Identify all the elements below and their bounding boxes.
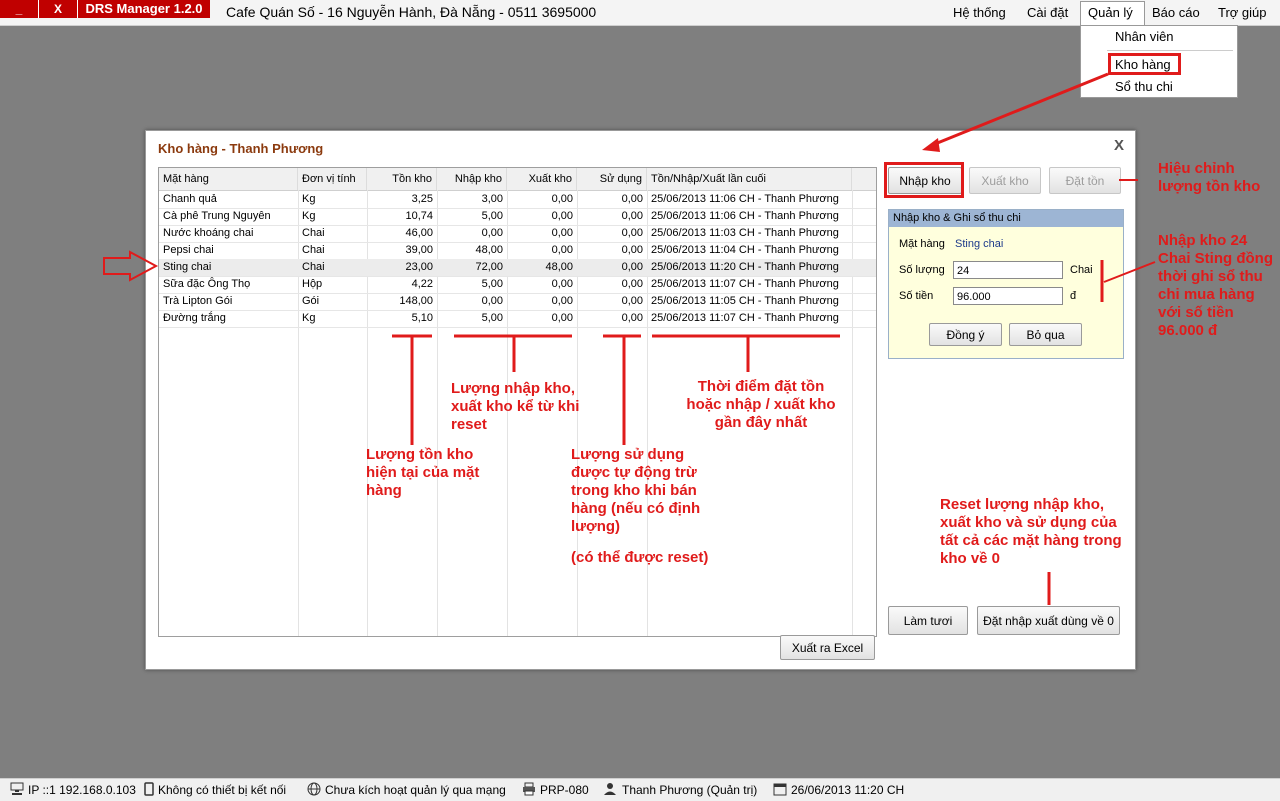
- annotation-reset: Reset lượng nhập kho, xuất kho và sử dụn…: [940, 496, 1122, 567]
- annotation-import: Nhập kho 24 Chai Sting đồng thời ghi sổ …: [1158, 232, 1273, 339]
- status-user: Thanh Phương (Quản trị): [622, 783, 758, 797]
- arrowhead-icon: [922, 138, 940, 152]
- globe-icon: [307, 782, 321, 796]
- status-datetime: 26/06/2013 11:20 CH: [791, 783, 905, 797]
- status-device: Không có thiết bị kết nối: [158, 783, 287, 797]
- status-printer: PRP-080: [540, 783, 589, 797]
- calendar-icon: [773, 783, 787, 796]
- import-pointer: [1103, 261, 1156, 283]
- user-icon: [604, 783, 616, 795]
- annotation-arrows: [103, 72, 1156, 605]
- status-bar: IP ::1 192.168.0.103 Không có thiết bị k…: [0, 778, 1280, 801]
- annotation-stock: Lượng tồn kho hiện tại của mặt hàng: [366, 446, 480, 499]
- network-icon: [10, 782, 24, 795]
- annotation-inout: Lượng nhập kho, xuất kho kể từ khi reset: [451, 380, 580, 433]
- arrow-to-dialog: [929, 72, 1109, 148]
- annotation-usage-reset: (có thể được reset): [571, 549, 709, 566]
- status-ip: IP ::1 192.168.0.103: [28, 783, 136, 797]
- row-arrow-icon: [103, 250, 159, 282]
- printer-icon: [523, 782, 535, 796]
- device-icon: [144, 782, 154, 796]
- annotation-time: Thời điểm đặt tồn hoặc nhập / xuất kho g…: [686, 378, 836, 431]
- status-network: Chưa kích hoạt quản lý qua mạng: [325, 783, 506, 797]
- annotation-usage: Lượng sử dụng được tự động trừ trong kho…: [571, 446, 701, 535]
- annotation-adjust: Hiệu chỉnh lượng tồn kho: [1158, 160, 1261, 195]
